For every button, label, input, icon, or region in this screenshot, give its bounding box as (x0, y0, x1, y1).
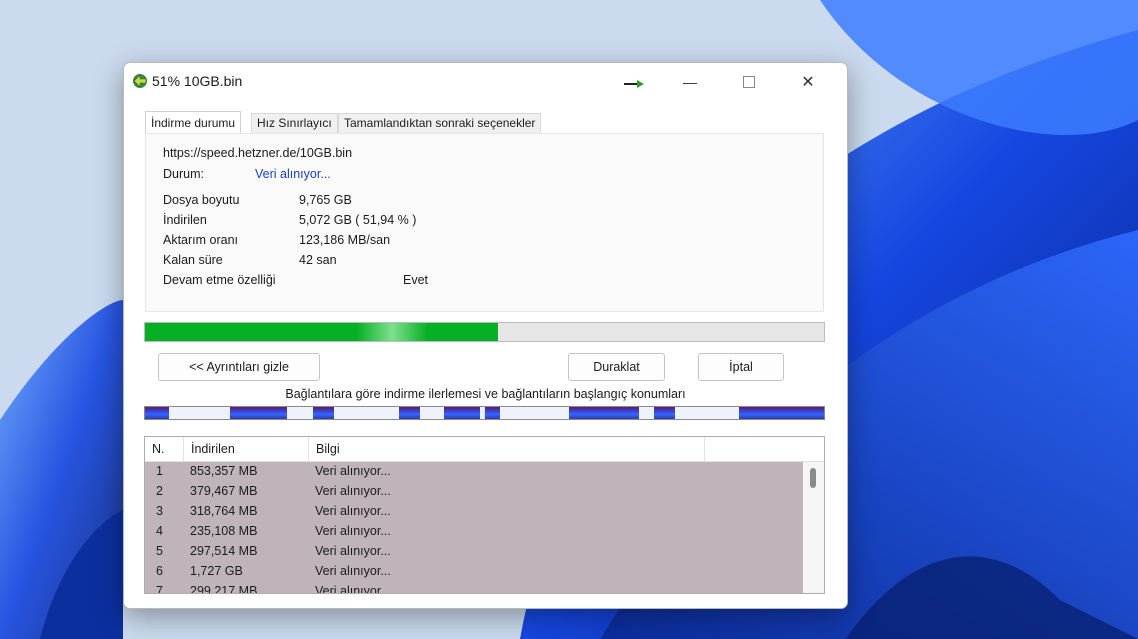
connection-segment-empty (169, 407, 230, 419)
status-value: Veri alınıyor... (255, 167, 331, 181)
connection-segment-filled (444, 407, 481, 419)
column-header-spacer (705, 437, 824, 461)
downloaded-label: İndirilen (163, 213, 207, 227)
resume-capability-label: Devam etme özelliği (163, 273, 276, 287)
table-row[interactable]: 7 299,217 MB Veri alınıyor... (145, 582, 803, 594)
table-row[interactable]: 6 1,727 GB Veri alınıyor... (145, 562, 803, 582)
tab-completion-options[interactable]: Tamamlandıktan sonraki seçenekler (338, 113, 542, 133)
connection-downloaded: 318,764 MB (190, 504, 258, 518)
pause-button[interactable]: Duraklat (568, 353, 665, 381)
close-icon: ✕ (801, 74, 815, 91)
connection-number: 7 (156, 584, 163, 594)
maximize-button[interactable] (726, 63, 772, 101)
time-left-label: Kalan süre (163, 253, 223, 267)
connection-downloaded: 1,727 GB (190, 564, 243, 578)
connection-info: Veri alınıyor... (315, 464, 391, 478)
connection-segment-filled (145, 407, 170, 419)
connections-list-rows: 1 853,357 MB Veri alınıyor... 2 379,467 MB Ve… (145, 462, 803, 593)
hide-details-button[interactable]: << Ayrıntıları gizle (158, 353, 320, 381)
connection-segment-empty (286, 407, 314, 419)
transfer-rate-label: Aktarım oranı (163, 233, 239, 247)
connection-downloaded: 379,467 MB (190, 484, 258, 498)
connection-downloaded: 235,108 MB (190, 524, 258, 538)
connection-info: Veri alınıyor... (315, 584, 391, 594)
file-size-value: 9,765 GB (299, 193, 352, 207)
connection-info: Veri alınıyor... (315, 484, 391, 498)
column-header-downloaded[interactable]: İndirilen (184, 437, 309, 461)
connection-segment-empty (334, 407, 399, 419)
table-row[interactable]: 1 853,357 MB Veri alınıyor... (145, 462, 803, 482)
connection-number: 4 (156, 524, 163, 538)
idm-tray-arrow-icon (624, 80, 644, 88)
column-header-number[interactable]: N. (145, 437, 184, 461)
connection-segment-empty (674, 407, 740, 419)
connection-downloaded: 853,357 MB (190, 464, 258, 478)
table-row[interactable]: 3 318,764 MB Veri alınıyor... (145, 502, 803, 522)
connection-number: 1 (156, 464, 163, 478)
connection-segment-empty (500, 407, 570, 419)
connections-progress-bar (144, 406, 825, 420)
connection-number: 6 (156, 564, 163, 578)
table-row[interactable]: 5 297,514 MB Veri alınıyor... (145, 542, 803, 562)
connection-segment-empty (638, 407, 654, 419)
minimize-button[interactable]: — (667, 63, 713, 101)
connection-number: 3 (156, 504, 163, 518)
download-progress-window: 51% 10GB.bin — ✕ İndirme durumu Hız Sını… (123, 62, 848, 609)
table-row[interactable]: 4 235,108 MB Veri alınıyor... (145, 522, 803, 542)
maximize-icon (743, 76, 755, 88)
window-title: 51% 10GB.bin (152, 73, 243, 89)
resume-capability-value: Evet (403, 273, 429, 287)
connection-info: Veri alınıyor... (315, 544, 391, 558)
connection-segment-filled (569, 407, 639, 419)
connection-segment-filled (313, 407, 335, 419)
connection-number: 2 (156, 484, 163, 498)
connection-segment-filled (653, 407, 675, 419)
tab-speed-limiter[interactable]: Hız Sınırlayıcı (251, 113, 338, 133)
close-button[interactable]: ✕ (785, 63, 831, 101)
download-progress-bar (144, 322, 825, 342)
table-row[interactable]: 2 379,467 MB Veri alınıyor... (145, 482, 803, 502)
connection-downloaded: 297,514 MB (190, 544, 258, 558)
connection-segment-filled (398, 407, 420, 419)
column-header-info[interactable]: Bilgi (309, 437, 705, 461)
file-size-label: Dosya boyutu (163, 193, 240, 207)
transfer-rate-value: 123,186 MB/san (299, 233, 391, 247)
scrollbar-thumb[interactable] (810, 468, 816, 488)
connection-segment-empty (419, 407, 445, 419)
connection-info: Veri alınıyor... (315, 564, 391, 578)
download-status-panel: https://speed.hetzner.de/10GB.bin Durum:… (145, 133, 824, 312)
file-url: https://speed.hetzner.de/10GB.bin (163, 146, 353, 160)
cancel-button[interactable]: İptal (698, 353, 784, 381)
download-progress-fill (145, 323, 498, 341)
connection-downloaded: 299,217 MB (190, 584, 258, 594)
time-left-value: 42 san (299, 253, 337, 267)
connections-list: N. İndirilen Bilgi 1 853,357 MB Veri alını… (144, 436, 825, 594)
minimize-icon: — (683, 74, 697, 90)
connection-segment-filled (484, 407, 501, 419)
connections-list-scrollbar[interactable] (803, 462, 824, 593)
downloaded-value: 5,072 GB ( 51,94 % ) (299, 213, 417, 227)
connections-progress-caption: Bağlantılara göre indirme ilerlemesi ve … (285, 387, 686, 401)
connection-segment-filled (229, 407, 287, 419)
connection-info: Veri alınıyor... (315, 524, 391, 538)
connection-number: 5 (156, 544, 163, 558)
connections-list-header: N. İndirilen Bilgi (145, 437, 824, 462)
status-label: Durum: (163, 167, 204, 181)
connection-info: Veri alınıyor... (315, 504, 391, 518)
idm-app-icon (133, 74, 147, 88)
tab-download-status[interactable]: İndirme durumu (145, 111, 242, 134)
title-bar[interactable]: 51% 10GB.bin — ✕ (124, 63, 847, 101)
connection-segment-filled (739, 407, 824, 419)
